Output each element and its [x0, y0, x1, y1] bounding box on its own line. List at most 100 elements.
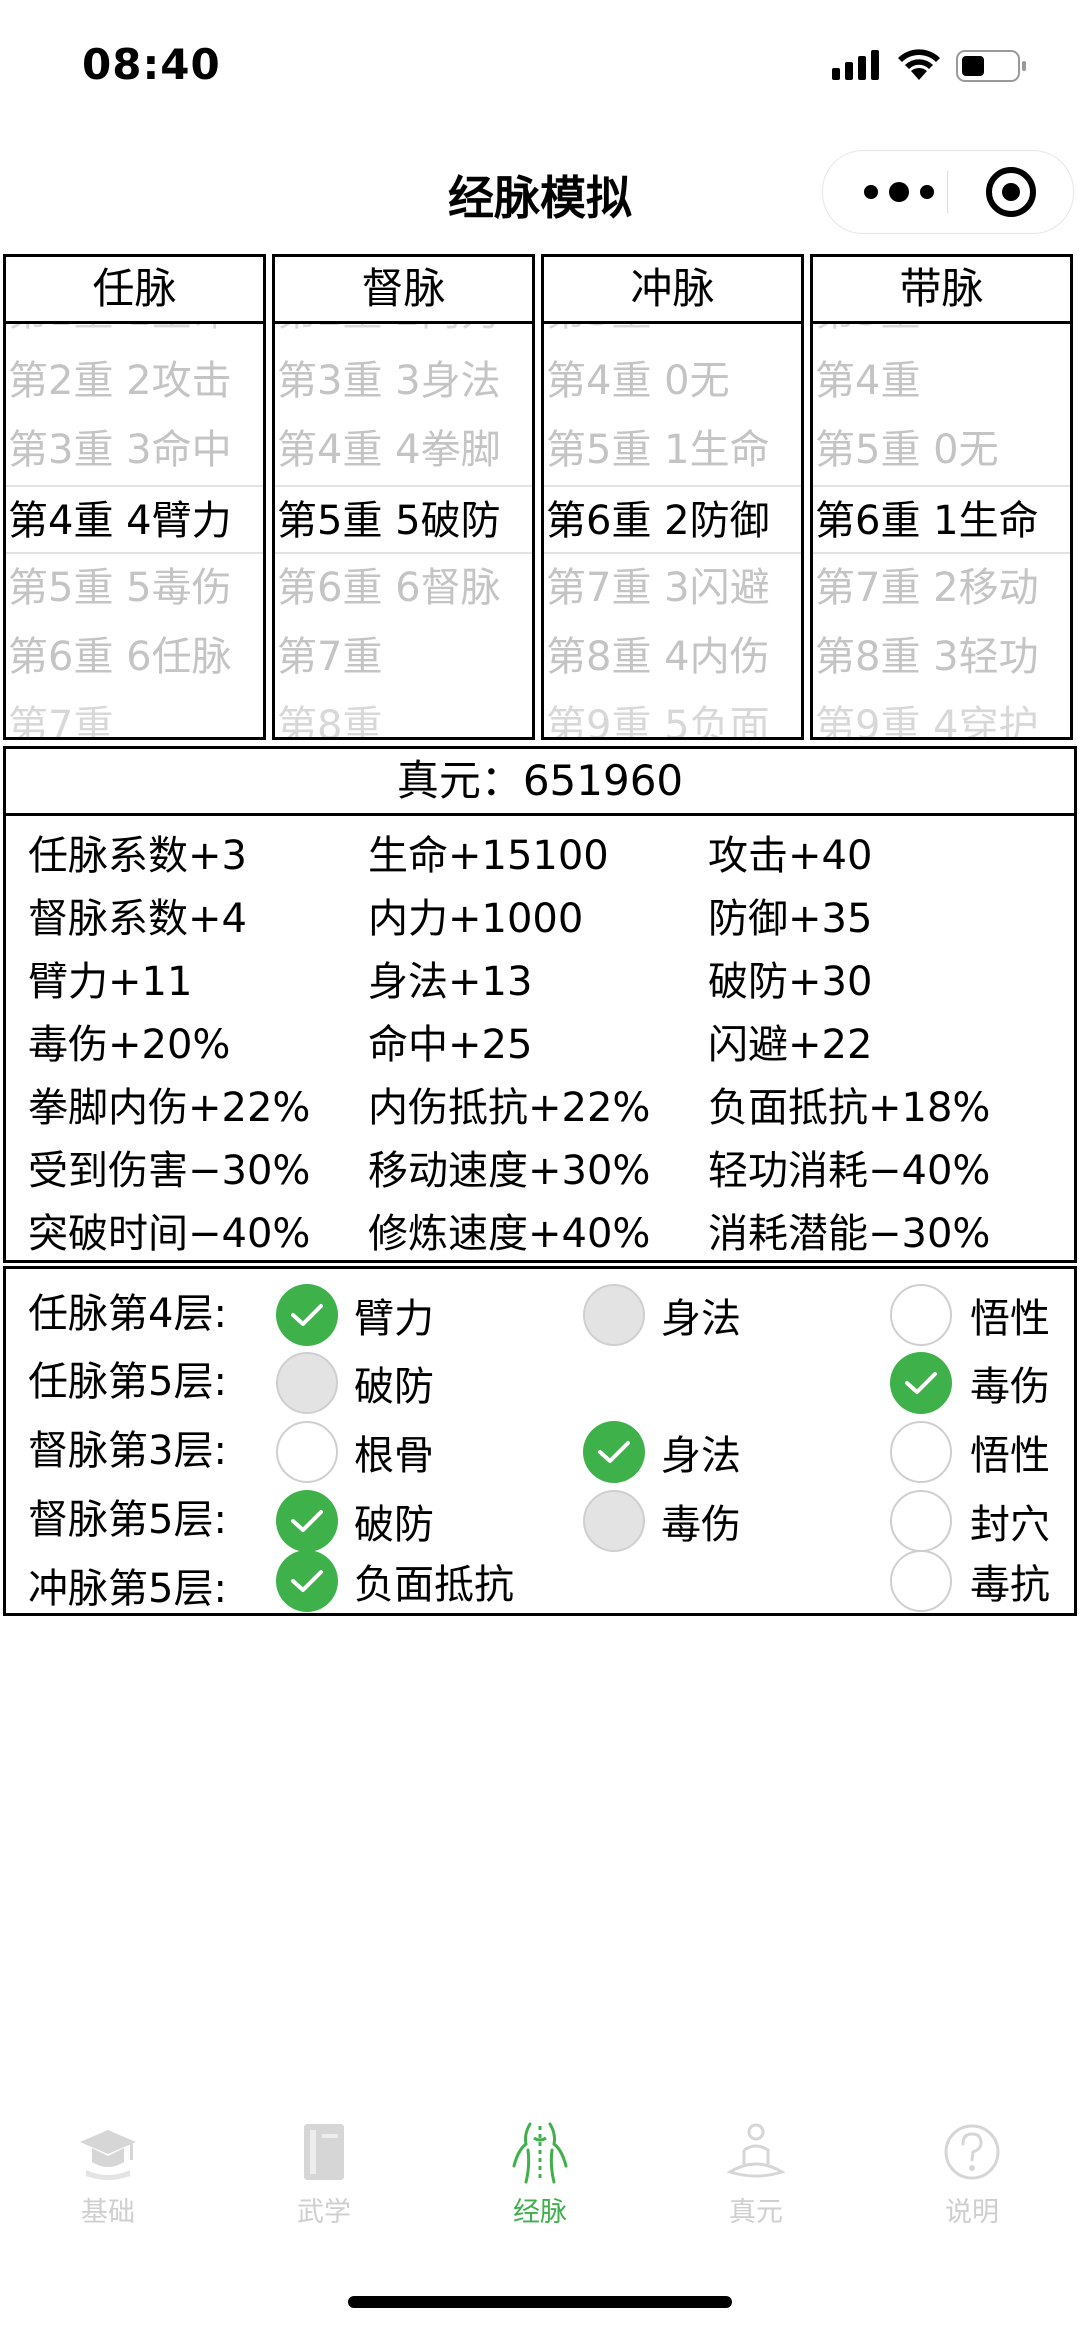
picker-row[interactable]: 第8重 4内伤	[544, 623, 801, 692]
unchecked-circle-icon[interactable]	[890, 1284, 952, 1346]
tab-label: 说明	[945, 2197, 999, 2228]
status-bar: 08:40	[0, 0, 1080, 135]
zhenyuan-total: 真元：651960	[6, 749, 1074, 816]
stat-value: 移动速度+30%	[368, 1148, 651, 1194]
book-icon	[304, 2124, 344, 2180]
stat-value: 拳脚内伤+22%	[28, 1085, 311, 1131]
option-checkbox[interactable]: 悟性	[890, 1417, 1050, 1487]
unchecked-circle-icon[interactable]	[890, 1550, 952, 1612]
tab-shuoming[interactable]: 说明	[902, 2090, 1042, 2240]
option-checkbox-disabled: 身法	[583, 1280, 741, 1350]
picker-wheel[interactable]: 第3重 第4重 0无 第5重 1生命 第6重 2防御 第7重 3闪避 第8重 4…	[544, 324, 801, 737]
option-text: 根骨	[354, 1433, 434, 1479]
picker-row[interactable]: 第6重 6督脉	[275, 554, 532, 623]
stat-value: 任脉系数+3	[28, 833, 247, 879]
picker-row[interactable]: 第4重 4拳脚	[275, 416, 532, 485]
stat-value: 负面抵抗+18%	[708, 1085, 991, 1131]
disabled-circle-icon	[276, 1352, 338, 1414]
unchecked-circle-icon[interactable]	[276, 1421, 338, 1483]
battery-icon	[956, 50, 1026, 82]
picker-row[interactable]: 第8重	[275, 692, 532, 737]
stat-value: 突破时间−40%	[28, 1211, 311, 1257]
tab-jichu[interactable]: 基础	[38, 2090, 178, 2240]
picker-header: 任脉	[6, 257, 263, 324]
picker-row[interactable]: 第8重 3轻功	[813, 623, 1070, 692]
picker-row[interactable]: 第5重 5毒伤	[6, 554, 263, 623]
checked-icon[interactable]	[583, 1421, 645, 1483]
picker-row[interactable]: 第7重 2移动	[813, 554, 1070, 623]
picker-row[interactable]: 第1重 1生命	[6, 324, 263, 347]
picker-row[interactable]: 第9重 5负面	[544, 692, 801, 737]
home-indicator	[348, 2296, 732, 2308]
picker-row[interactable]: 第3重	[813, 324, 1070, 347]
option-text: 悟性	[970, 1296, 1050, 1342]
picker-row[interactable]: 第3重	[544, 324, 801, 347]
option-text: 封穴	[970, 1502, 1050, 1548]
picker-row-selected[interactable]: 第5重 5破防	[275, 485, 532, 554]
picker-row[interactable]: 第5重 0无	[813, 416, 1070, 485]
unchecked-circle-icon[interactable]	[890, 1421, 952, 1483]
tab-wuxue[interactable]: 武学	[254, 2090, 394, 2240]
picker-row[interactable]: 第3重 3命中	[6, 416, 263, 485]
option-checkbox[interactable]: 负面抵抗	[276, 1546, 514, 1616]
stat-value: 闪避+22	[708, 1022, 873, 1068]
navigation-bar: 经脉模拟	[0, 140, 1080, 240]
status-time: 08:40	[82, 40, 221, 89]
option-text: 身法	[661, 1296, 741, 1342]
tab-jingmai[interactable]: 经脉	[470, 2090, 610, 2240]
option-row-label: 督脉第5层:	[28, 1497, 227, 1543]
signal-icon	[832, 50, 879, 80]
option-checkbox[interactable]: 根骨	[276, 1417, 434, 1487]
picker-wheel[interactable]: 第3重 第4重 第5重 0无 第6重 1生命 第7重 2移动 第8重 3轻功 第…	[813, 324, 1070, 737]
option-text: 毒伤	[661, 1502, 741, 1548]
picker-wheel[interactable]: 第2重 2内力 第3重 3身法 第4重 4拳脚 第5重 5破防 第6重 6督脉 …	[275, 324, 532, 737]
meditation-icon	[726, 2123, 786, 2178]
close-target-icon[interactable]	[971, 165, 1051, 219]
option-checkbox[interactable]: 臂力	[276, 1280, 434, 1350]
checked-icon[interactable]	[890, 1352, 952, 1414]
picker-row[interactable]: 第2重 2内力	[275, 324, 532, 347]
option-row-label: 任脉第4层:	[28, 1291, 227, 1337]
picker-renmai[interactable]: 任脉 第1重 1生命 第2重 2攻击 第3重 3命中 第4重 4臂力 第5重 5…	[3, 254, 266, 740]
picker-row[interactable]: 第7重	[6, 692, 263, 737]
picker-row[interactable]: 第3重 3身法	[275, 347, 532, 416]
option-checkbox[interactable]: 毒抗	[890, 1546, 1050, 1616]
tab-bar: 基础 武学 经脉 真元 说明	[0, 2090, 1080, 2240]
checked-icon[interactable]	[276, 1284, 338, 1346]
picker-row-selected[interactable]: 第6重 2防御	[544, 485, 801, 554]
stat-value: 毒伤+20%	[28, 1022, 231, 1068]
tab-zhenyuan[interactable]: 真元	[686, 2090, 826, 2240]
unchecked-circle-icon[interactable]	[890, 1490, 952, 1552]
stat-value: 轻功消耗−40%	[708, 1148, 991, 1194]
picker-row[interactable]: 第7重	[275, 623, 532, 692]
picker-daimai[interactable]: 带脉 第3重 第4重 第5重 0无 第6重 1生命 第7重 2移动 第8重 3轻…	[810, 254, 1073, 740]
picker-row[interactable]: 第7重 3闪避	[544, 554, 801, 623]
picker-row[interactable]: 第5重 1生命	[544, 416, 801, 485]
picker-chongmai[interactable]: 冲脉 第3重 第4重 0无 第5重 1生命 第6重 2防御 第7重 3闪避 第8…	[541, 254, 804, 740]
stat-value: 督脉系数+4	[28, 896, 247, 942]
capsule-divider	[947, 171, 948, 213]
picker-row-selected[interactable]: 第6重 1生命	[813, 485, 1070, 554]
option-text: 身法	[661, 1433, 741, 1479]
more-icon[interactable]	[849, 165, 949, 219]
option-row-label: 督脉第3层:	[28, 1428, 227, 1474]
picker-row[interactable]: 第6重 6任脉	[6, 623, 263, 692]
stat-value: 内力+1000	[368, 896, 584, 942]
stat-value: 破防+30	[708, 959, 873, 1005]
picker-row[interactable]: 第2重 2攻击	[6, 347, 263, 416]
stat-value: 生命+15100	[368, 833, 609, 879]
picker-row[interactable]: 第9重 4穿护	[813, 692, 1070, 737]
picker-row[interactable]: 第4重 0无	[544, 347, 801, 416]
option-checkbox[interactable]: 身法	[583, 1417, 741, 1487]
picker-row[interactable]: 第4重	[813, 347, 1070, 416]
stat-value: 臂力+11	[28, 959, 193, 1005]
picker-row-selected[interactable]: 第4重 4臂力	[6, 485, 263, 554]
option-checkbox-disabled: 毒伤	[583, 1486, 741, 1556]
checked-icon[interactable]	[276, 1490, 338, 1552]
option-checkbox[interactable]: 毒伤	[890, 1348, 1050, 1418]
checked-icon[interactable]	[276, 1550, 338, 1612]
option-checkbox-disabled: 破防	[276, 1348, 434, 1418]
picker-wheel[interactable]: 第1重 1生命 第2重 2攻击 第3重 3命中 第4重 4臂力 第5重 5毒伤 …	[6, 324, 263, 737]
picker-dumai[interactable]: 督脉 第2重 2内力 第3重 3身法 第4重 4拳脚 第5重 5破防 第6重 6…	[272, 254, 535, 740]
option-checkbox[interactable]: 悟性	[890, 1280, 1050, 1350]
